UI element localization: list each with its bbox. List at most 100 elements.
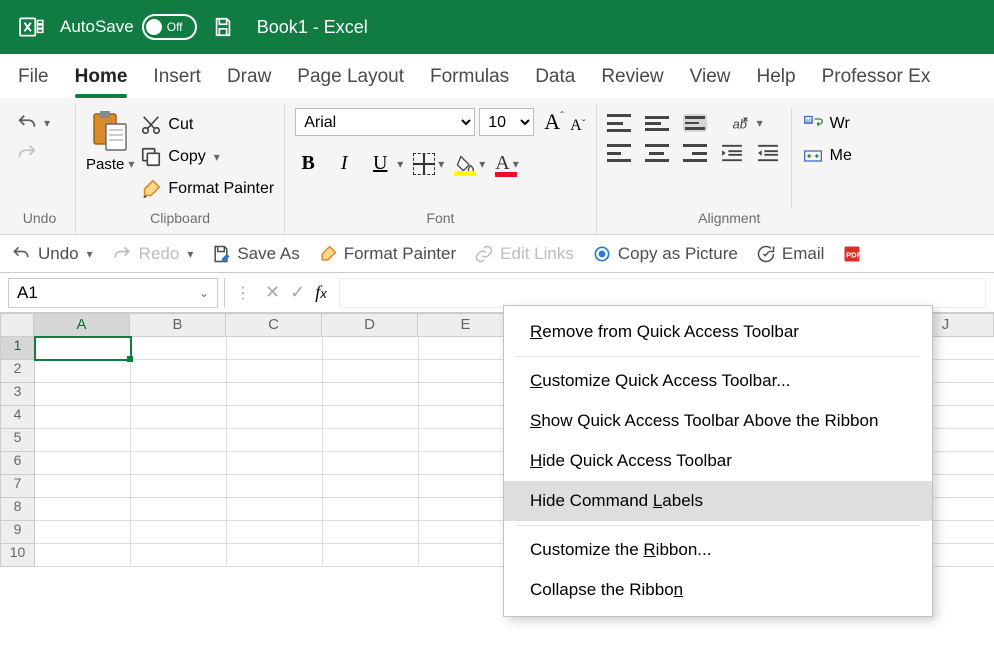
chevron-down-icon[interactable]: ▾ <box>479 157 485 171</box>
autosave-toggle[interactable]: Off <box>142 14 197 40</box>
row-header[interactable]: 5 <box>0 429 35 452</box>
row-header[interactable]: 9 <box>0 521 35 544</box>
ctx-hide-command-labels[interactable]: Hide Command Labels <box>504 481 932 521</box>
format-painter-button[interactable]: Format Painter <box>140 178 274 200</box>
ctx-show-qat-above[interactable]: Show Quick Access Toolbar Above the Ribb… <box>504 401 932 441</box>
row-header[interactable]: 8 <box>0 498 35 521</box>
orientation-button[interactable]: ab ▾ <box>729 112 763 134</box>
excel-logo-icon <box>18 13 46 41</box>
chevron-down-icon[interactable]: ▾ <box>513 157 519 171</box>
fill-color-button[interactable]: ▾ <box>454 154 485 174</box>
formula-input[interactable] <box>339 278 986 308</box>
chevron-down-icon[interactable]: ▾ <box>757 116 763 130</box>
font-name-combo[interactable]: Arial <box>295 108 475 136</box>
tab-review[interactable]: Review <box>601 58 663 98</box>
wrap-text-button[interactable]: ab Wr <box>802 114 852 134</box>
qat-save-as[interactable]: Save As <box>211 244 299 264</box>
merge-center-button[interactable]: Me <box>802 146 852 166</box>
tab-data[interactable]: Data <box>535 58 575 98</box>
align-top-button[interactable] <box>607 114 631 132</box>
ribbon: ▾ Undo Paste▾ Cut Copy <box>0 98 994 235</box>
chevron-down-icon[interactable]: ▾ <box>397 157 403 171</box>
qat-copy-as-picture[interactable]: Copy as Picture <box>592 244 738 264</box>
increase-indent-button[interactable] <box>757 144 779 162</box>
bold-button[interactable]: B <box>295 152 321 175</box>
chevron-down-icon[interactable]: ▾ <box>128 157 134 171</box>
svg-text:PDF: PDF <box>847 250 862 259</box>
ribbon-tabs: File Home Insert Draw Page Layout Formul… <box>0 54 994 98</box>
save-icon[interactable] <box>209 13 237 41</box>
column-header[interactable]: B <box>130 313 226 337</box>
row-header[interactable]: 2 <box>0 360 35 383</box>
increase-font-icon[interactable]: Aˆ <box>544 109 564 135</box>
font-color-button[interactable]: A ▾ <box>495 152 518 175</box>
ctx-remove-from-qat[interactable]: Remove from Quick Access Toolbar <box>504 312 932 352</box>
decrease-indent-button[interactable] <box>721 144 743 162</box>
cell-A1[interactable] <box>35 337 131 360</box>
tab-home[interactable]: Home <box>75 58 128 98</box>
cancel-formula-icon[interactable]: ✕ <box>265 282 280 303</box>
chevron-down-icon[interactable]: ▾ <box>214 150 220 164</box>
align-center-button[interactable] <box>645 144 669 162</box>
tab-insert[interactable]: Insert <box>153 58 201 98</box>
title-bar: AutoSave Off Book1 - Excel <box>0 0 994 54</box>
row-header[interactable]: 4 <box>0 406 35 429</box>
ctx-customize-ribbon[interactable]: Customize the Ribbon... <box>504 530 932 570</box>
redo-button[interactable] <box>14 142 50 164</box>
quick-access-toolbar: Undo▾ Redo▾ Save As Format Painter Edit … <box>0 235 994 273</box>
row-header[interactable]: 1 <box>0 337 35 360</box>
ctx-collapse-ribbon[interactable]: Collapse the Ribbon <box>504 570 932 610</box>
row-header[interactable]: 6 <box>0 452 35 475</box>
column-header[interactable]: E <box>418 313 514 337</box>
borders-button[interactable]: ▾ <box>413 153 444 175</box>
chevron-down-icon[interactable]: ▾ <box>438 157 444 171</box>
qat-edit-links[interactable]: Edit Links <box>474 244 574 264</box>
cut-button[interactable]: Cut <box>140 114 274 136</box>
qat-email[interactable]: Email <box>756 244 825 264</box>
align-left-button[interactable] <box>607 144 631 162</box>
tab-professor-excel[interactable]: Professor Ex <box>822 58 931 98</box>
ctx-customize-qat[interactable]: Customize Quick Access Toolbar... <box>504 361 932 401</box>
autosave-label: AutoSave <box>60 17 134 37</box>
qat-format-painter[interactable]: Format Painter <box>318 244 456 264</box>
cancel-formula-icon[interactable]: ⋮ <box>231 283 255 303</box>
tab-file[interactable]: File <box>18 58 49 98</box>
column-header[interactable]: A <box>34 313 130 337</box>
menu-separator <box>516 356 920 357</box>
align-bottom-button[interactable] <box>683 114 707 132</box>
align-right-button[interactable] <box>683 144 707 162</box>
chevron-down-icon[interactable]: ▾ <box>44 116 50 130</box>
group-label-font: Font <box>295 208 585 230</box>
paste-label: Paste <box>86 156 124 173</box>
tab-view[interactable]: View <box>690 58 731 98</box>
copy-button[interactable]: Copy ▾ <box>140 146 274 168</box>
qat-undo[interactable]: Undo▾ <box>10 244 93 264</box>
chevron-down-icon[interactable]: ⌄ <box>199 286 209 300</box>
row-header[interactable]: 10 <box>0 544 35 567</box>
italic-button[interactable]: I <box>331 152 357 175</box>
paste-button[interactable]: Paste ▾ <box>86 108 134 208</box>
select-all-corner[interactable] <box>0 313 34 337</box>
enter-formula-icon[interactable]: ✓ <box>290 282 305 303</box>
ctx-hide-qat[interactable]: Hide Quick Access Toolbar <box>504 441 932 481</box>
column-header[interactable]: C <box>226 313 322 337</box>
qat-redo[interactable]: Redo▾ <box>111 244 194 264</box>
column-header[interactable]: D <box>322 313 418 337</box>
align-middle-button[interactable] <box>645 114 669 132</box>
tab-formulas[interactable]: Formulas <box>430 58 509 98</box>
tab-page-layout[interactable]: Page Layout <box>297 58 404 98</box>
undo-button[interactable]: ▾ <box>14 112 50 134</box>
format-painter-label: Format Painter <box>168 180 274 198</box>
merge-label: Me <box>830 147 852 165</box>
tab-draw[interactable]: Draw <box>227 58 271 98</box>
group-label-clipboard: Clipboard <box>86 208 274 230</box>
tab-help[interactable]: Help <box>756 58 795 98</box>
decrease-font-icon[interactable]: Aˇ <box>570 117 586 135</box>
row-header[interactable]: 3 <box>0 383 35 406</box>
name-box[interactable]: A1 ⌄ <box>8 278 218 308</box>
font-size-combo[interactable]: 10 <box>479 108 534 136</box>
fx-icon[interactable]: fx <box>315 282 327 303</box>
underline-button[interactable]: U▾ <box>367 152 403 175</box>
qat-pdf[interactable]: PDF <box>842 244 862 264</box>
row-header[interactable]: 7 <box>0 475 35 498</box>
